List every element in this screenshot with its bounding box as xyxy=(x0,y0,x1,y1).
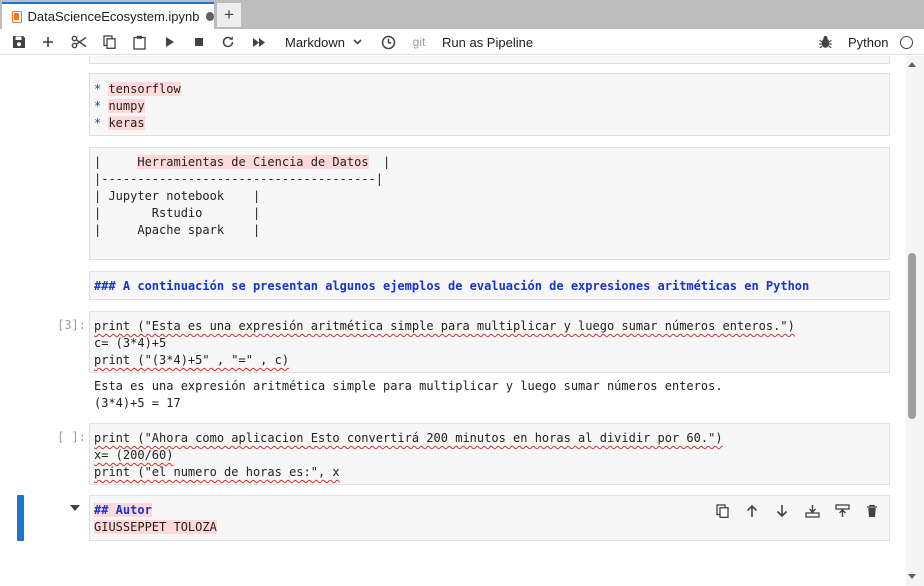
execution-count: [3]: xyxy=(57,318,86,332)
author-content: ## Autor GIUSSEPPET TOLOZA xyxy=(94,502,217,536)
cell-type-label: Markdown xyxy=(285,34,345,50)
table-row: | Rstudio | xyxy=(94,206,261,220)
chevron-down-icon xyxy=(353,39,362,45)
notebook-panel: * tensorflow * numpy * keras | Herramienta… xyxy=(0,56,906,586)
table-row: | Jupyter notebook | xyxy=(94,189,261,203)
code-line: print ("Ahora como aplicacion Esto conve… xyxy=(94,431,723,445)
notebook-tab[interactable]: DataScienceEcosystem.ipynb xyxy=(2,2,214,29)
code-line: print ("el numero de horas es:", x xyxy=(94,465,340,479)
cut-icon[interactable] xyxy=(69,29,89,55)
markdown-cell-list[interactable]: * tensorflow * numpy * keras xyxy=(89,73,890,136)
code-line: c= (3*4)+5 xyxy=(94,336,167,350)
kernel-name-label: Python xyxy=(848,34,889,50)
heading-text: ### A continuación se presentan algunos … xyxy=(94,279,810,293)
move-down-icon[interactable] xyxy=(772,501,792,521)
execution-count: [ ]: xyxy=(57,430,86,444)
tab-title: DataScienceEcosystem.ipynb xyxy=(27,9,200,24)
bug-icon[interactable] xyxy=(816,29,834,55)
run-as-pipeline-button[interactable]: Run as Pipeline xyxy=(442,29,542,55)
copy-icon[interactable] xyxy=(100,29,118,55)
list-item: * tensorflow xyxy=(94,82,181,96)
notebook-icon xyxy=(12,10,22,23)
cell-type-dropdown[interactable]: Markdown xyxy=(285,29,375,55)
paste-icon[interactable] xyxy=(130,29,148,55)
scrollbar-thumb[interactable] xyxy=(908,253,916,419)
cell-output: Esta es una expresión aritmética simple … xyxy=(94,378,723,412)
kernel-name[interactable]: Python xyxy=(848,29,892,55)
markdown-cell-table[interactable]: | Herramientas de Ciencia de Datos | |---… xyxy=(89,147,890,260)
active-cell-indicator xyxy=(17,495,24,541)
kernel-status-icon xyxy=(898,29,914,55)
table-content: | Herramientas de Ciencia de Datos | |---… xyxy=(94,154,390,239)
list-item: * numpy xyxy=(94,99,145,113)
code-cell-2[interactable]: print ("Ahora como aplicacion Esto conve… xyxy=(89,423,890,485)
markdown-cell-author[interactable]: ## Autor GIUSSEPPET TOLOZA xyxy=(89,495,890,541)
move-up-icon[interactable] xyxy=(742,501,762,521)
author-name: GIUSSEPPET TOLOZA xyxy=(94,520,217,534)
scroll-up-icon[interactable] xyxy=(908,62,916,67)
add-cell-icon[interactable] xyxy=(39,29,57,55)
restart-icon[interactable] xyxy=(219,29,237,55)
author-heading: ## Autor xyxy=(94,503,152,517)
code-cell-1[interactable]: print ("Esta es una expresión aritmética… xyxy=(89,311,890,373)
new-tab-button[interactable]: + xyxy=(217,3,241,27)
fast-forward-icon[interactable] xyxy=(249,29,269,55)
unsaved-dot-icon[interactable] xyxy=(205,12,214,21)
stop-icon[interactable] xyxy=(190,29,208,55)
table-header-row: | Herramientas de Ciencia de Datos | xyxy=(94,155,391,169)
collapse-caret-icon[interactable] xyxy=(70,505,80,511)
delete-cell-icon[interactable] xyxy=(862,501,882,521)
notebook-toolbar: Markdown git Run as Pipeline Python xyxy=(0,29,924,55)
pipeline-label: Run as Pipeline xyxy=(442,34,534,50)
scroll-down-icon[interactable] xyxy=(908,574,916,579)
list-item: * keras xyxy=(94,116,145,130)
code-editor[interactable]: print ("Esta es una expresión aritmética… xyxy=(94,318,795,369)
insert-below-icon[interactable] xyxy=(832,501,852,521)
git-button[interactable]: git xyxy=(409,29,429,55)
run-icon[interactable] xyxy=(161,29,179,55)
markdown-cell-heading[interactable]: ### A continuación se presentan algunos … xyxy=(89,271,890,300)
cut-off-markdown-cell[interactable] xyxy=(89,56,890,64)
code-editor[interactable]: print ("Ahora como aplicacion Esto conve… xyxy=(94,430,723,481)
list-content: * tensorflow * numpy * keras xyxy=(94,81,181,132)
insert-above-icon[interactable] xyxy=(802,501,822,521)
code-line: x= (200/60) xyxy=(94,448,174,462)
save-icon[interactable] xyxy=(10,29,28,55)
duplicate-cell-icon[interactable] xyxy=(712,501,732,521)
table-row: | Apache spark | xyxy=(94,223,261,237)
code-line: print ("(3*4)+5" , "=" , c) xyxy=(94,353,290,367)
code-line: print ("Esta es una expresión aritmética… xyxy=(94,319,795,333)
clock-icon[interactable] xyxy=(379,29,397,55)
table-separator: |--------------------------------------| xyxy=(94,172,383,186)
output-line: (3*4)+5 = 17 xyxy=(94,396,181,410)
output-line: Esta es una expresión aritmética simple … xyxy=(94,379,723,393)
tab-bar: DataScienceEcosystem.ipynb + xyxy=(0,0,924,29)
table-header: Herramientas de Ciencia de Datos xyxy=(137,155,369,169)
git-label: git xyxy=(412,35,426,49)
